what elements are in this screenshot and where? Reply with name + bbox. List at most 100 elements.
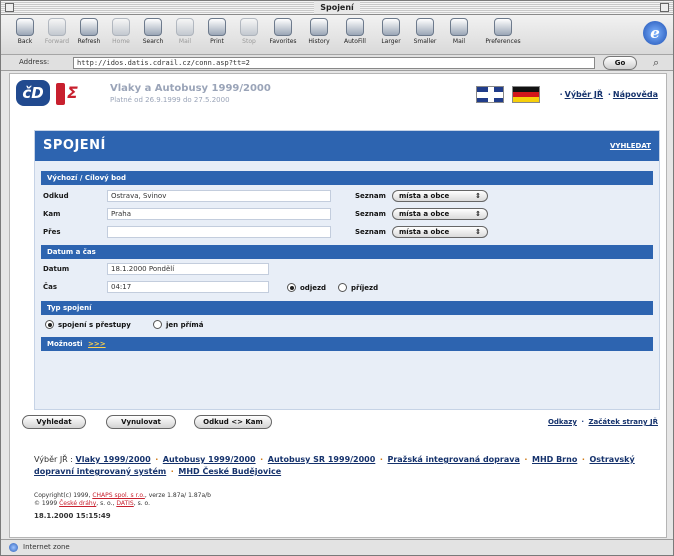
search-icon[interactable]: ⌕ [653, 57, 665, 69]
print-button[interactable]: Print [199, 18, 235, 45]
form-title: SPOJENÍ [43, 138, 106, 153]
select-arrow-icon: ⇕ [475, 210, 481, 218]
forward-button[interactable]: Forward [39, 18, 75, 45]
cd-logo: čD [16, 80, 50, 106]
page-header: čD Σ Vlaky a Autobusy 1999/2000 Platné o… [10, 74, 666, 112]
footer-prefix: Výběr JŘ : [34, 455, 73, 464]
home-button[interactable]: Home [103, 18, 139, 45]
autofill-button[interactable]: AutoFill [337, 18, 373, 45]
mail2-button[interactable]: Mail [441, 18, 477, 45]
back-button[interactable]: Back [7, 18, 43, 45]
cd-link[interactable]: České dráhy [59, 500, 96, 507]
select-arrow-icon: ⇕ [475, 192, 481, 200]
arrive-label: příjezd [351, 284, 379, 292]
window-title: Spojení [314, 1, 360, 14]
footer-link-pid[interactable]: Pražská integrovaná doprava [387, 455, 519, 464]
chaps-link[interactable]: CHAPS spol. s r.o. [92, 492, 145, 499]
stop-button[interactable]: Stop [231, 18, 267, 45]
address-input[interactable]: http://idos.datis.cdrail.cz/conn.asp?tt=… [73, 57, 595, 69]
swap-button[interactable]: Odkud <> Kam [194, 415, 272, 429]
title-bar: Spojení [1, 1, 673, 15]
direct-label: jen přímá [166, 321, 204, 329]
header-links: · Výběr JŘ · Nápověda [559, 90, 658, 99]
header-title: Vlaky a Autobusy 1999/2000 [110, 83, 271, 94]
footer-link-buses[interactable]: Autobusy 1999/2000 [163, 455, 256, 464]
search-button[interactable]: Search [135, 18, 171, 45]
forward-icon [48, 18, 66, 36]
collapse-window-icon[interactable] [660, 3, 669, 12]
status-text: Internet zone [23, 543, 70, 551]
german-flag-icon[interactable] [512, 86, 540, 103]
mail-button[interactable]: Mail [167, 18, 203, 45]
search-button[interactable]: Vyhledat [22, 415, 86, 429]
direct-radio[interactable] [153, 320, 162, 329]
depart-radio[interactable] [287, 283, 296, 292]
search-link[interactable]: VYHLEDAT [610, 142, 651, 150]
mail2-icon [450, 18, 468, 36]
from-label: Odkud [43, 192, 69, 200]
footer-link-buses-sr[interactable]: Autobusy SR 1999/2000 [268, 455, 376, 464]
via-input[interactable] [107, 226, 331, 238]
refresh-icon [80, 18, 98, 36]
footer-links: Výběr JŘ : Vlaky 1999/2000 · Autobusy 19… [34, 455, 635, 476]
to-input[interactable]: Praha [107, 208, 331, 220]
history-button[interactable]: History [301, 18, 337, 45]
copyright: Copyright(c) 1999, CHAPS spol. s r.o., v… [34, 492, 211, 507]
to-list-label: Seznam [355, 210, 386, 218]
back-icon [16, 18, 34, 36]
smaller-text-button[interactable]: Smaller [407, 18, 443, 45]
from-input[interactable]: Ostrava, Svinov [107, 190, 331, 202]
page-content: čD Σ Vlaky a Autobusy 1999/2000 Platné o… [9, 73, 667, 538]
timestamp: 18.1.2000 15:15:49 [34, 512, 111, 520]
browser-window: Spojení Back Forward Refresh Home Search… [0, 0, 674, 556]
internet-zone-icon [9, 543, 18, 552]
footer-link-trains[interactable]: Vlaky 1999/2000 [76, 455, 151, 464]
help-link[interactable]: Nápověda [613, 90, 658, 99]
autofill-icon [346, 18, 364, 36]
via-list-select[interactable]: místa a obce ⇕ [392, 226, 488, 238]
links-link[interactable]: Odkazy [548, 418, 577, 426]
larger-text-icon [382, 18, 400, 36]
footer-link-mhd-cb[interactable]: MHD České Budějovice [178, 467, 281, 476]
home-icon [112, 18, 130, 36]
arrive-radio[interactable] [338, 283, 347, 292]
section-connection-type: Typ spojení [41, 301, 653, 315]
footer-link-mhd-brno[interactable]: MHD Brno [532, 455, 577, 464]
header-subtitle: Platné od 26.9.1999 do 27.5.2000 [110, 96, 230, 104]
to-label: Kam [43, 210, 61, 218]
address-bar: Address: http://idos.datis.cdrail.cz/con… [1, 55, 673, 71]
bottom-links: Odkazy · Začátek strany JŘ [547, 418, 658, 426]
larger-text-button[interactable]: Larger [373, 18, 409, 45]
datis-logo: Σ [56, 80, 102, 106]
stop-icon [240, 18, 258, 36]
section-datetime: Datum a čas [41, 245, 653, 259]
select-arrow-icon: ⇕ [475, 228, 481, 236]
mail-icon [176, 18, 194, 36]
datis-link[interactable]: DATIS [116, 500, 133, 507]
favorites-button[interactable]: Favorites [265, 18, 301, 45]
close-window-icon[interactable] [5, 3, 14, 12]
date-label: Datum [43, 265, 70, 273]
preferences-button[interactable]: Preferences [479, 18, 527, 45]
address-label: Address: [19, 58, 50, 66]
go-button[interactable]: Go [603, 56, 637, 70]
options-toggle-link[interactable]: >>> [88, 340, 106, 348]
from-list-select[interactable]: místa a obce ⇕ [392, 190, 488, 202]
browser-logo-icon: e [643, 21, 667, 45]
status-bar: Internet zone [1, 539, 673, 555]
to-list-select[interactable]: místa a obce ⇕ [392, 208, 488, 220]
preferences-icon [494, 18, 512, 36]
page-top-link[interactable]: Začátek strany JŘ [588, 418, 658, 426]
via-list-label: Seznam [355, 228, 386, 236]
date-input[interactable]: 18.1.2000 Pondělí [107, 263, 269, 275]
english-flag-icon[interactable] [476, 86, 504, 103]
favorites-icon [274, 18, 292, 36]
refresh-button[interactable]: Refresh [71, 18, 107, 45]
time-input[interactable]: 04:17 [107, 281, 269, 293]
clear-button[interactable]: Vynulovat [106, 415, 176, 429]
depart-label: odjezd [300, 284, 327, 292]
timetable-select-link[interactable]: Výběr JŘ [565, 90, 603, 99]
section-options: Možnosti >>> [41, 337, 653, 351]
with-transfers-radio[interactable] [45, 320, 54, 329]
search-icon [144, 18, 162, 36]
